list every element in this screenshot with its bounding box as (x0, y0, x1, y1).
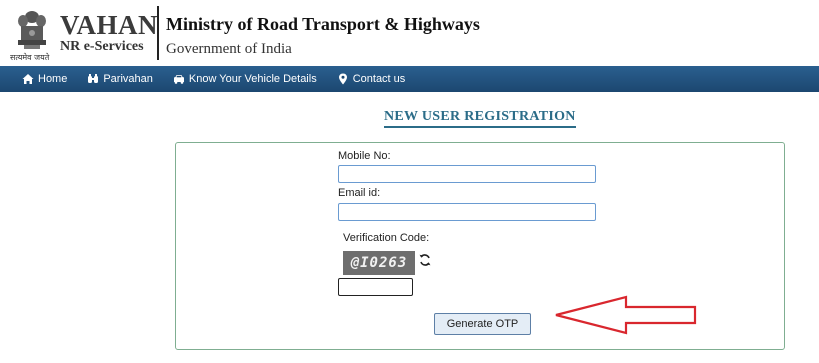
annotation-arrow (553, 294, 698, 336)
captcha-input[interactable] (338, 278, 413, 296)
government-label: Government of India (166, 41, 292, 57)
nav-item-know-your-vehicle[interactable]: Know Your Vehicle Details (173, 73, 317, 85)
header-divider (157, 6, 159, 60)
car-icon (173, 73, 185, 85)
page-title: NEW USER REGISTRATION (384, 109, 576, 128)
captcha-image: @I0263 (343, 251, 415, 275)
emblem-motto: सत्यमेव जयते (10, 53, 50, 62)
mobile-input[interactable] (338, 165, 596, 183)
nav-item-label: Contact us (352, 73, 406, 85)
site-header: सत्यमेव जयते VAHAN NR e-Services Ministr… (0, 0, 819, 66)
main-nav: Home Parivahan Know Your Vehicle Details… (0, 66, 819, 92)
nav-item-parivahan[interactable]: Parivahan (87, 73, 153, 85)
nav-item-label: Home (38, 73, 68, 85)
home-icon (22, 73, 34, 85)
nav-item-home[interactable]: Home (22, 73, 67, 85)
nav-item-label: Know Your Vehicle Details (188, 73, 317, 85)
map-pin-icon (337, 73, 349, 85)
ministry-title: Ministry of Road Transport & Highways (166, 14, 480, 34)
mobile-label: Mobile No: (338, 150, 391, 162)
email-input[interactable] (338, 203, 596, 221)
national-emblem-icon (12, 8, 52, 56)
brand-subtitle: NR e-Services (60, 39, 144, 54)
refresh-captcha-icon[interactable] (418, 253, 432, 267)
brand-title: VAHAN (60, 10, 159, 40)
nav-item-label: Parivahan (103, 73, 153, 85)
binoculars-icon (87, 73, 99, 85)
generate-otp-button[interactable]: Generate OTP (434, 313, 531, 335)
verification-code-label: Verification Code: (343, 232, 430, 244)
nav-item-contact-us[interactable]: Contact us (337, 73, 406, 85)
email-label: Email id: (338, 187, 381, 199)
